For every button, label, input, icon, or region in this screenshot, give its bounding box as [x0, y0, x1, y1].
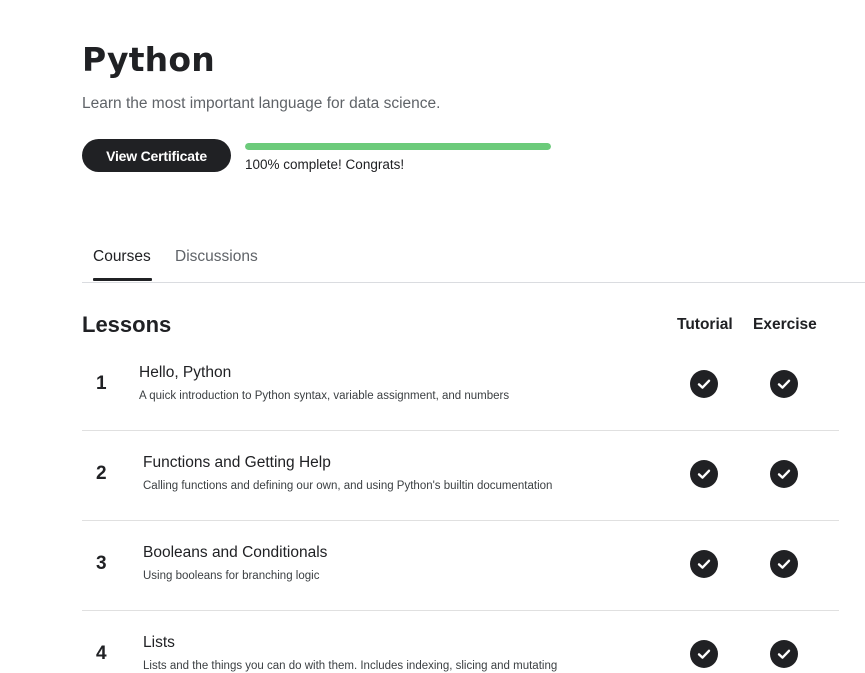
lesson-title[interactable]: Booleans and Conditionals: [143, 544, 327, 562]
progress-bar-fill: [245, 143, 551, 150]
lesson-number: 4: [96, 643, 107, 664]
check-icon: [697, 649, 711, 659]
check-icon: [697, 469, 711, 479]
check-icon: [777, 469, 791, 479]
lesson-title[interactable]: Hello, Python: [139, 364, 231, 382]
lesson-description: Lists and the things you can do with the…: [143, 660, 558, 672]
progress-status-text: 100% complete! Congrats!: [245, 157, 405, 172]
lesson-description: Using booleans for branching logic: [143, 570, 320, 582]
active-tab-indicator: [93, 278, 152, 281]
lesson-title[interactable]: Functions and Getting Help: [143, 454, 331, 472]
tab-courses[interactable]: Courses: [93, 248, 151, 266]
lesson-row[interactable]: 2 Functions and Getting Help Calling fun…: [82, 430, 839, 521]
check-icon: [777, 559, 791, 569]
tutorial-column-header: Tutorial: [677, 316, 733, 333]
check-icon: [777, 649, 791, 659]
lesson-row[interactable]: 3 Booleans and Conditionals Using boolea…: [82, 520, 839, 611]
lesson-row[interactable]: 4 Lists Lists and the things you can do …: [82, 610, 839, 673]
lesson-number: 3: [96, 553, 107, 574]
tab-bar: Courses Discussions: [82, 240, 865, 283]
exercise-column-header: Exercise: [753, 316, 817, 333]
lesson-title[interactable]: Lists: [143, 634, 175, 652]
lessons-heading: Lessons: [82, 312, 172, 337]
exercise-complete-icon[interactable]: [770, 460, 798, 488]
view-certificate-button[interactable]: View Certificate: [82, 139, 231, 172]
exercise-complete-icon[interactable]: [770, 370, 798, 398]
check-icon: [777, 379, 791, 389]
tab-discussions[interactable]: Discussions: [175, 248, 258, 266]
check-icon: [697, 559, 711, 569]
check-icon: [697, 379, 711, 389]
progress-bar: [245, 143, 551, 150]
tutorial-complete-icon[interactable]: [690, 550, 718, 578]
lesson-number: 2: [96, 463, 107, 484]
tutorial-complete-icon[interactable]: [690, 460, 718, 488]
page-subtitle: Learn the most important language for da…: [82, 95, 441, 112]
page-title: Python: [82, 40, 215, 79]
lesson-number: 1: [96, 373, 107, 394]
exercise-complete-icon[interactable]: [770, 550, 798, 578]
lesson-description: A quick introduction to Python syntax, v…: [139, 390, 510, 402]
lesson-description: Calling functions and defining our own, …: [143, 480, 553, 492]
tutorial-complete-icon[interactable]: [690, 640, 718, 668]
lesson-row[interactable]: 1 Hello, Python A quick introduction to …: [82, 340, 839, 431]
course-page: Python Learn the most important language…: [0, 0, 865, 673]
exercise-complete-icon[interactable]: [770, 640, 798, 668]
tutorial-complete-icon[interactable]: [690, 370, 718, 398]
